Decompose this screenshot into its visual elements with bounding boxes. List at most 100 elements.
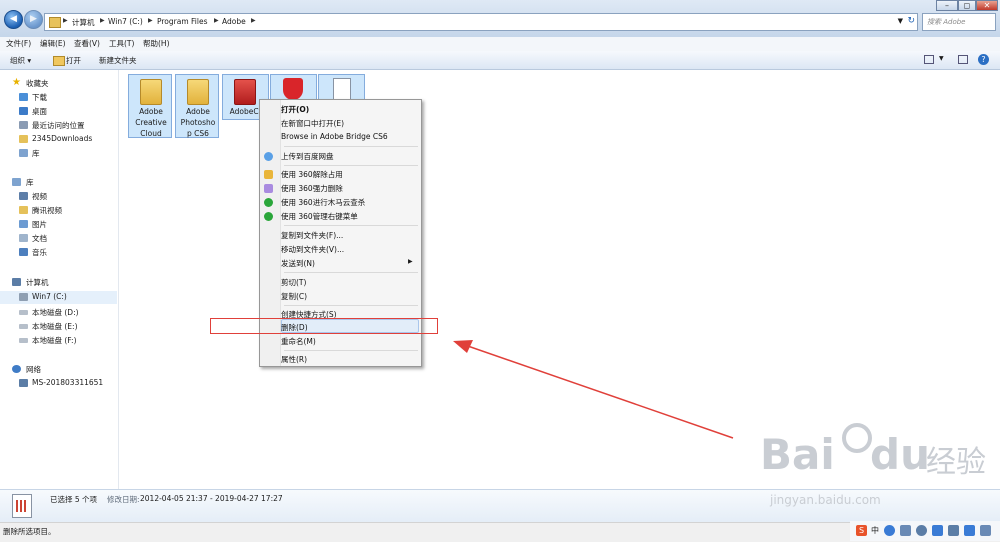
selection-thumbnail-icon [12,494,32,518]
nav-item-desktop[interactable]: 桌面 [0,105,117,118]
menu-item-360-unlock[interactable]: 使用 360解除占用 [281,169,343,180]
keyboard-icon[interactable] [948,525,959,536]
menu-separator [284,305,418,306]
menu-item-send-to[interactable]: 发送到(N) [281,258,315,269]
menu-item-move-to-folder[interactable]: 移动到文件夹(V)... [281,244,344,255]
desktop-icon [19,107,28,115]
breadcrumb-drive-c[interactable]: Win7 (C:) [108,17,143,26]
nav-label: 音乐 [32,248,47,257]
toolbox-icon[interactable] [980,525,991,536]
shield-icon [283,78,303,100]
nav-label: 下载 [32,93,47,102]
breadcrumb-computer[interactable]: 计算机 [72,17,95,28]
punctuation-icon[interactable] [900,525,911,536]
address-bar[interactable]: ▶ 计算机 ▶ Win7 (C:) ▶ Program Files ▶ Adob… [44,13,918,31]
back-button[interactable]: ◀ [4,10,23,29]
menu-item-copy-to-folder[interactable]: 复制到文件夹(F)... [281,230,343,241]
maximize-button[interactable]: ◻ [958,0,976,11]
emoji-icon[interactable] [916,525,927,536]
menu-item-360-manage-menu[interactable]: 使用 360管理右键菜单 [281,211,358,222]
nav-item-documents[interactable]: 文档 [0,232,117,245]
nav-network[interactable]: 网络 [0,363,117,376]
menu-view[interactable]: 查看(V) [74,38,100,49]
status-text: 删除所选项目。 [3,527,56,536]
menu-item-360-trojan-scan[interactable]: 使用 360进行木马云查杀 [281,197,365,208]
nav-libraries-label: 库 [26,178,34,187]
help-icon[interactable]: ? [978,54,989,65]
force-delete-icon [264,184,273,193]
nav-label: 最近访问的位置 [32,121,85,130]
watermark-cn: 经验 [926,445,986,480]
nav-item-network-pc[interactable]: MS-201803311651 [0,377,117,390]
annotation-highlight-box [210,318,438,334]
preview-pane-icon[interactable] [958,55,968,64]
address-dropdown-icon[interactable]: ▼ [898,17,903,25]
menu-item-copy[interactable]: 复制(C) [281,291,307,302]
menu-item-cut[interactable]: 剪切(T) [281,277,306,288]
nav-item-drive-c[interactable]: Win7 (C:) [0,291,117,304]
menu-separator [284,165,418,166]
file-item-adobe-creative-cloud[interactable]: Adobe Creative Cloud [128,74,172,138]
selection-count: 已选择 5 个项 [50,495,98,504]
refresh-icon[interactable]: ↻ [907,16,915,26]
menu-separator [284,350,418,351]
menu-item-rename[interactable]: 重命名(M) [281,336,316,347]
file-item-setup[interactable] [318,74,365,102]
chevron-right-icon: ▶ [100,17,105,24]
menu-help[interactable]: 帮助(H) [143,38,170,49]
submenu-arrow-icon: ▶ [408,258,413,265]
ime-mode[interactable]: 中 [871,525,879,536]
skin-icon[interactable] [964,525,975,536]
computer-icon [19,379,28,387]
sogou-icon[interactable]: S [856,525,867,536]
nav-libraries[interactable]: 库 [0,176,117,189]
breadcrumb-adobe[interactable]: Adobe [222,17,246,26]
menu-edit[interactable]: 编辑(E) [40,38,66,49]
menu-item-properties[interactable]: 属性(R) [281,354,307,365]
nav-item-drive-e[interactable]: 本地磁盘 (E:) [0,320,117,333]
view-options-icon[interactable] [924,55,934,64]
folder-icon [19,135,28,143]
nav-computer[interactable]: 计算机 [0,276,117,289]
nav-item-tencent-video[interactable]: 腾讯视频 [0,204,117,217]
library-icon [12,178,21,186]
nav-label: 文档 [32,234,47,243]
nav-label: 2345Downloads [32,134,93,143]
folder-icon [187,79,209,105]
nav-item-library-fav[interactable]: 库 [0,147,117,160]
nav-item-drive-f[interactable]: 本地磁盘 (F:) [0,334,117,347]
nav-item-recent[interactable]: 最近访问的位置 [0,119,117,132]
microphone-icon[interactable] [932,525,943,536]
forward-button[interactable]: ▶ [24,10,43,29]
nav-favorites[interactable]: ★ 收藏夹 [0,77,117,90]
drive-icon [19,293,28,301]
menu-item-open[interactable]: 打开(O) [281,104,309,115]
open-button[interactable]: 打开 [66,55,81,66]
close-button[interactable]: ✕ [976,0,998,11]
menu-item-open-new-window[interactable]: 在新窗口中打开(E) [281,118,344,129]
menu-item-browse-bridge[interactable]: Browse in Adobe Bridge CS6 [281,132,388,141]
menu-item-360-force-delete[interactable]: 使用 360强力删除 [281,183,343,194]
file-item-shield[interactable] [270,74,317,102]
network-icon [12,365,21,373]
nav-item-downloads[interactable]: 下载 [0,91,117,104]
new-folder-button[interactable]: 新建文件夹 [99,55,137,66]
file-item-adobe-photoshop-cs6[interactable]: Adobe Photosho p CS6 [175,74,219,138]
nav-item-videos[interactable]: 视频 [0,190,117,203]
nav-item-2345downloads[interactable]: 2345Downloads [0,133,117,146]
nav-item-pictures[interactable]: 图片 [0,218,117,231]
nav-item-drive-d[interactable]: 本地磁盘 (D:) [0,306,117,319]
menu-item-baidu-upload[interactable]: 上传到百度网盘 [281,151,334,162]
search-input[interactable]: 搜索 Adobe [922,13,996,31]
nav-item-music[interactable]: 音乐 [0,246,117,259]
moon-icon[interactable] [884,525,895,536]
menu-tools[interactable]: 工具(T) [109,38,134,49]
menu-separator [284,272,418,273]
chevron-right-icon: ▶ [214,17,219,24]
breadcrumb-program-files[interactable]: Program Files [157,17,208,26]
organize-button[interactable]: 组织 ▾ [10,55,31,66]
nav-label: 桌面 [32,107,47,116]
view-dropdown-icon[interactable]: ▼ [939,55,944,62]
menu-file[interactable]: 文件(F) [6,38,31,49]
minimize-button[interactable]: – [936,0,958,11]
